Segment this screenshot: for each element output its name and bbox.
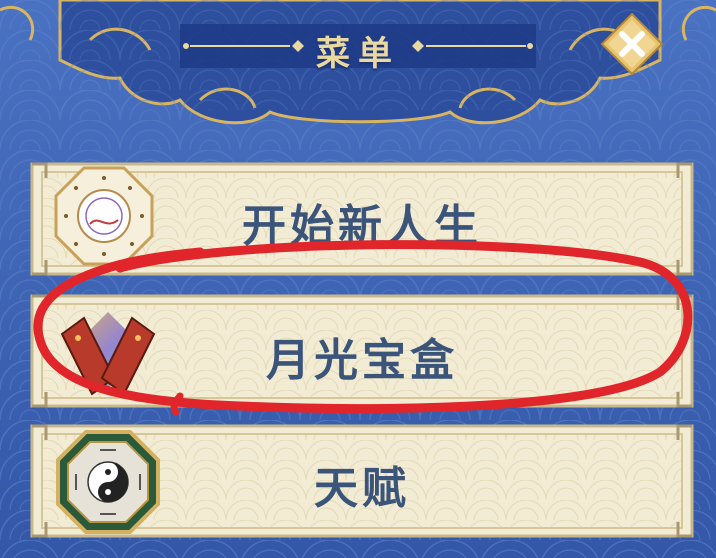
menu-item-moonlight-box[interactable]: 月光宝盒 [26,290,698,416]
menu-item-talent[interactable]: 天赋 [26,420,698,546]
close-button[interactable] [600,12,664,76]
menu-item-new-life[interactable]: 开始新人生 [26,158,698,284]
menu-title: 菜单 [316,34,400,74]
menu-title-bar: 菜单 [180,12,536,74]
menu-item-label: 天赋 [314,463,410,514]
menu-item-label: 月光宝盒 [266,335,458,386]
close-x-icon [600,12,664,76]
menu-item-label: 开始新人生 [242,201,482,252]
